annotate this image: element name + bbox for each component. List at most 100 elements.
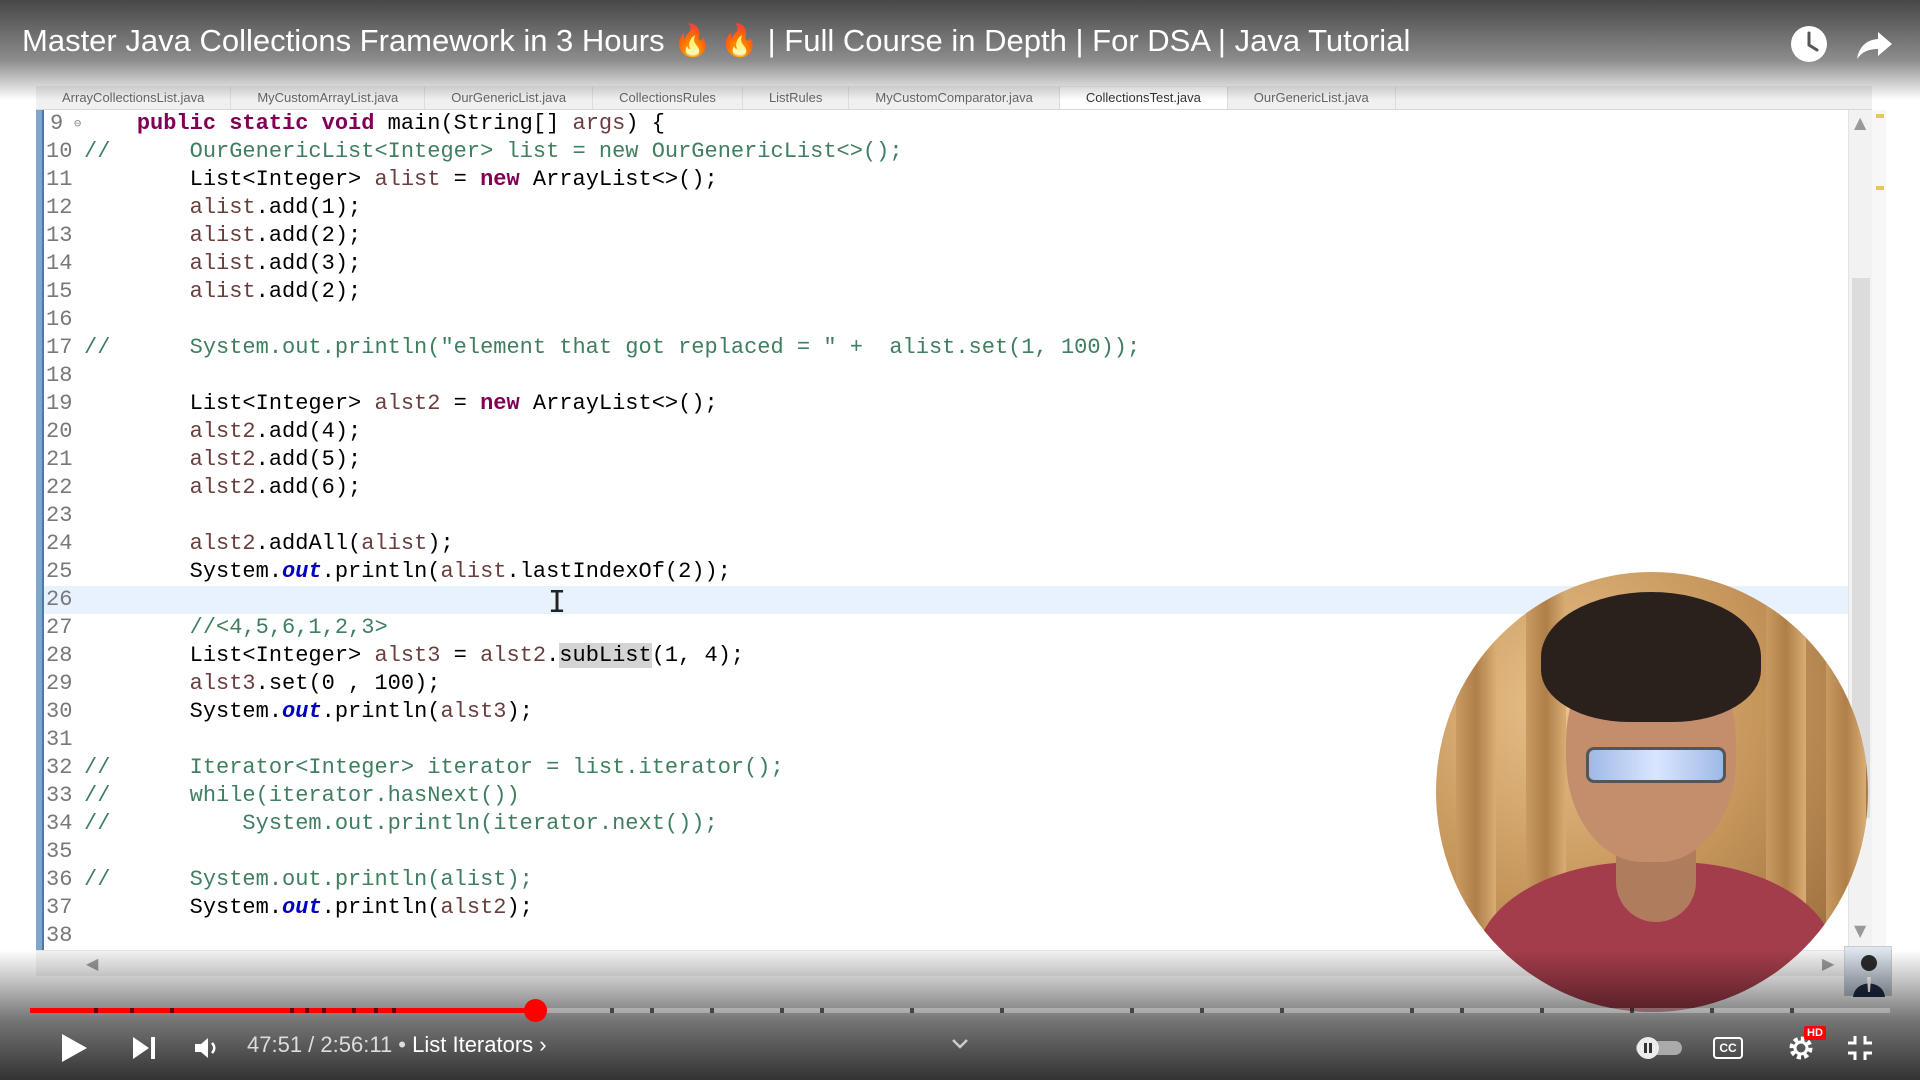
code-token: ); — [506, 895, 533, 920]
chapter-title[interactable]: List Iterators › — [412, 1032, 547, 1057]
progress-played — [30, 1008, 536, 1013]
play-button[interactable] — [50, 1024, 98, 1072]
chapter-marker — [374, 1008, 378, 1013]
code-comment: //<4,5,6,1,2,3> — [84, 615, 388, 640]
code-comment: // System.out.println(iterator.next()); — [84, 811, 718, 836]
fold-toggle-icon[interactable]: ⊖ — [74, 110, 81, 138]
settings-button[interactable]: HD — [1776, 1024, 1826, 1072]
code-token: alist — [189, 279, 256, 304]
chapter-marker — [1130, 1008, 1134, 1013]
line-number: 17 — [46, 335, 73, 360]
line-number: 29 — [46, 671, 73, 696]
code-token: .set(0 , 100); — [255, 671, 441, 696]
code-line: 24 alst2.addAll(alist); — [44, 530, 1848, 558]
line-number: 20 — [46, 419, 73, 444]
player-controls: 47:51 / 2:56:11 • List Iterators › CC HD — [0, 1020, 1920, 1076]
code-token: .add(2); — [255, 223, 362, 248]
code-token: alist — [440, 559, 507, 584]
code-token: List<Integer> — [84, 643, 375, 668]
code-comment: // System.out.println("element that got … — [84, 335, 1141, 360]
overview-marker[interactable] — [1876, 186, 1884, 190]
chapter-marker — [170, 1008, 174, 1013]
code-token: System. — [84, 895, 283, 920]
code-token: .println( — [321, 895, 441, 920]
code-comment: // OurGenericList<Integer> list = new Ou… — [84, 139, 903, 164]
code-token: .add(2); — [255, 279, 362, 304]
line-number: 37 — [46, 895, 73, 920]
code-token: ArrayList<>(); — [519, 167, 718, 192]
code-token: alst2 — [480, 643, 547, 668]
line-number: 32 — [46, 755, 73, 780]
time-separator: / — [302, 1032, 321, 1057]
next-icon — [133, 1037, 155, 1059]
exit-fullscreen-icon — [1848, 1036, 1872, 1060]
code-token: .lastIndexOf(2)); — [506, 559, 731, 584]
text-cursor-icon: Ι — [548, 585, 567, 620]
line-number: 10 — [46, 139, 73, 164]
duration: 2:56:11 — [320, 1032, 393, 1057]
code-token: (1, 4); — [651, 643, 745, 668]
code-line: 23 — [44, 502, 1848, 530]
code-token: alist — [374, 167, 441, 192]
code-token: System. — [84, 559, 283, 584]
code-token: = — [440, 391, 481, 416]
code-token: public static void — [136, 111, 375, 136]
chapter-marker — [780, 1008, 784, 1013]
chapter-marker — [94, 1008, 98, 1013]
code-token: .println( — [321, 699, 441, 724]
line-number: 19 — [46, 391, 73, 416]
exit-fullscreen-button[interactable] — [1838, 1024, 1882, 1072]
chapters-expand-button[interactable] — [944, 1020, 976, 1068]
code-line: 12 alist.add(1); — [44, 194, 1848, 222]
chapter-label[interactable]: List Iterators — [412, 1032, 533, 1057]
autoplay-toggle[interactable] — [1632, 1024, 1686, 1072]
line-number: 27 — [46, 615, 73, 640]
chapter-marker — [610, 1008, 614, 1013]
code-token: .add(3); — [255, 251, 362, 276]
autoplay-toggle-icon — [1636, 1037, 1682, 1059]
code-token: new — [480, 391, 520, 416]
line-number: 28 — [46, 643, 73, 668]
code-token: alist — [189, 251, 256, 276]
video-frame[interactable]: ArrayCollectionsList.javaMyCustomArrayLi… — [0, 0, 1920, 1080]
code-line: 25 System.out.println(alist.lastIndexOf(… — [44, 558, 1848, 586]
code-token: alst2 — [440, 895, 507, 920]
volume-button[interactable] — [182, 1024, 230, 1072]
watch-later-button[interactable] — [1785, 20, 1833, 68]
line-number: 24 — [46, 531, 73, 556]
clock-icon — [1791, 26, 1827, 62]
video-title[interactable]: Master Java Collections Framework in 3 H… — [22, 22, 1410, 59]
chapter-arrow-icon[interactable]: › — [539, 1032, 546, 1057]
overview-marker[interactable] — [1876, 114, 1884, 118]
scroll-up-icon[interactable]: ▲ — [1854, 110, 1866, 136]
code-line: 13 alist.add(2); — [44, 222, 1848, 250]
chapter-marker — [352, 1008, 356, 1013]
code-token: . — [546, 643, 560, 668]
line-number: 13 — [46, 223, 73, 248]
share-button[interactable] — [1850, 20, 1898, 68]
code-token: alst2 — [189, 475, 256, 500]
line-number: 14 — [46, 251, 73, 276]
chapter-marker — [710, 1008, 714, 1013]
chapter-marker — [1790, 1008, 1794, 1013]
code-token: alist — [361, 531, 428, 556]
line-number: 26 — [46, 587, 73, 612]
code-token: out — [282, 559, 322, 584]
code-line: 16 — [44, 306, 1848, 334]
code-comment: // Iterator<Integer> iterator = list.ite… — [84, 755, 784, 780]
chapter-separator: • — [392, 1032, 413, 1057]
progress-bar[interactable] — [30, 999, 1890, 1022]
next-button[interactable] — [120, 1024, 168, 1072]
chapter-marker — [910, 1008, 914, 1013]
code-line: 15 alist.add(2); — [44, 278, 1848, 306]
line-number: 22 — [46, 475, 73, 500]
captions-button[interactable]: CC — [1706, 1024, 1750, 1072]
chapter-marker — [1000, 1008, 1004, 1013]
line-number: 33 — [46, 783, 73, 808]
current-time: 47:51 — [247, 1032, 303, 1057]
